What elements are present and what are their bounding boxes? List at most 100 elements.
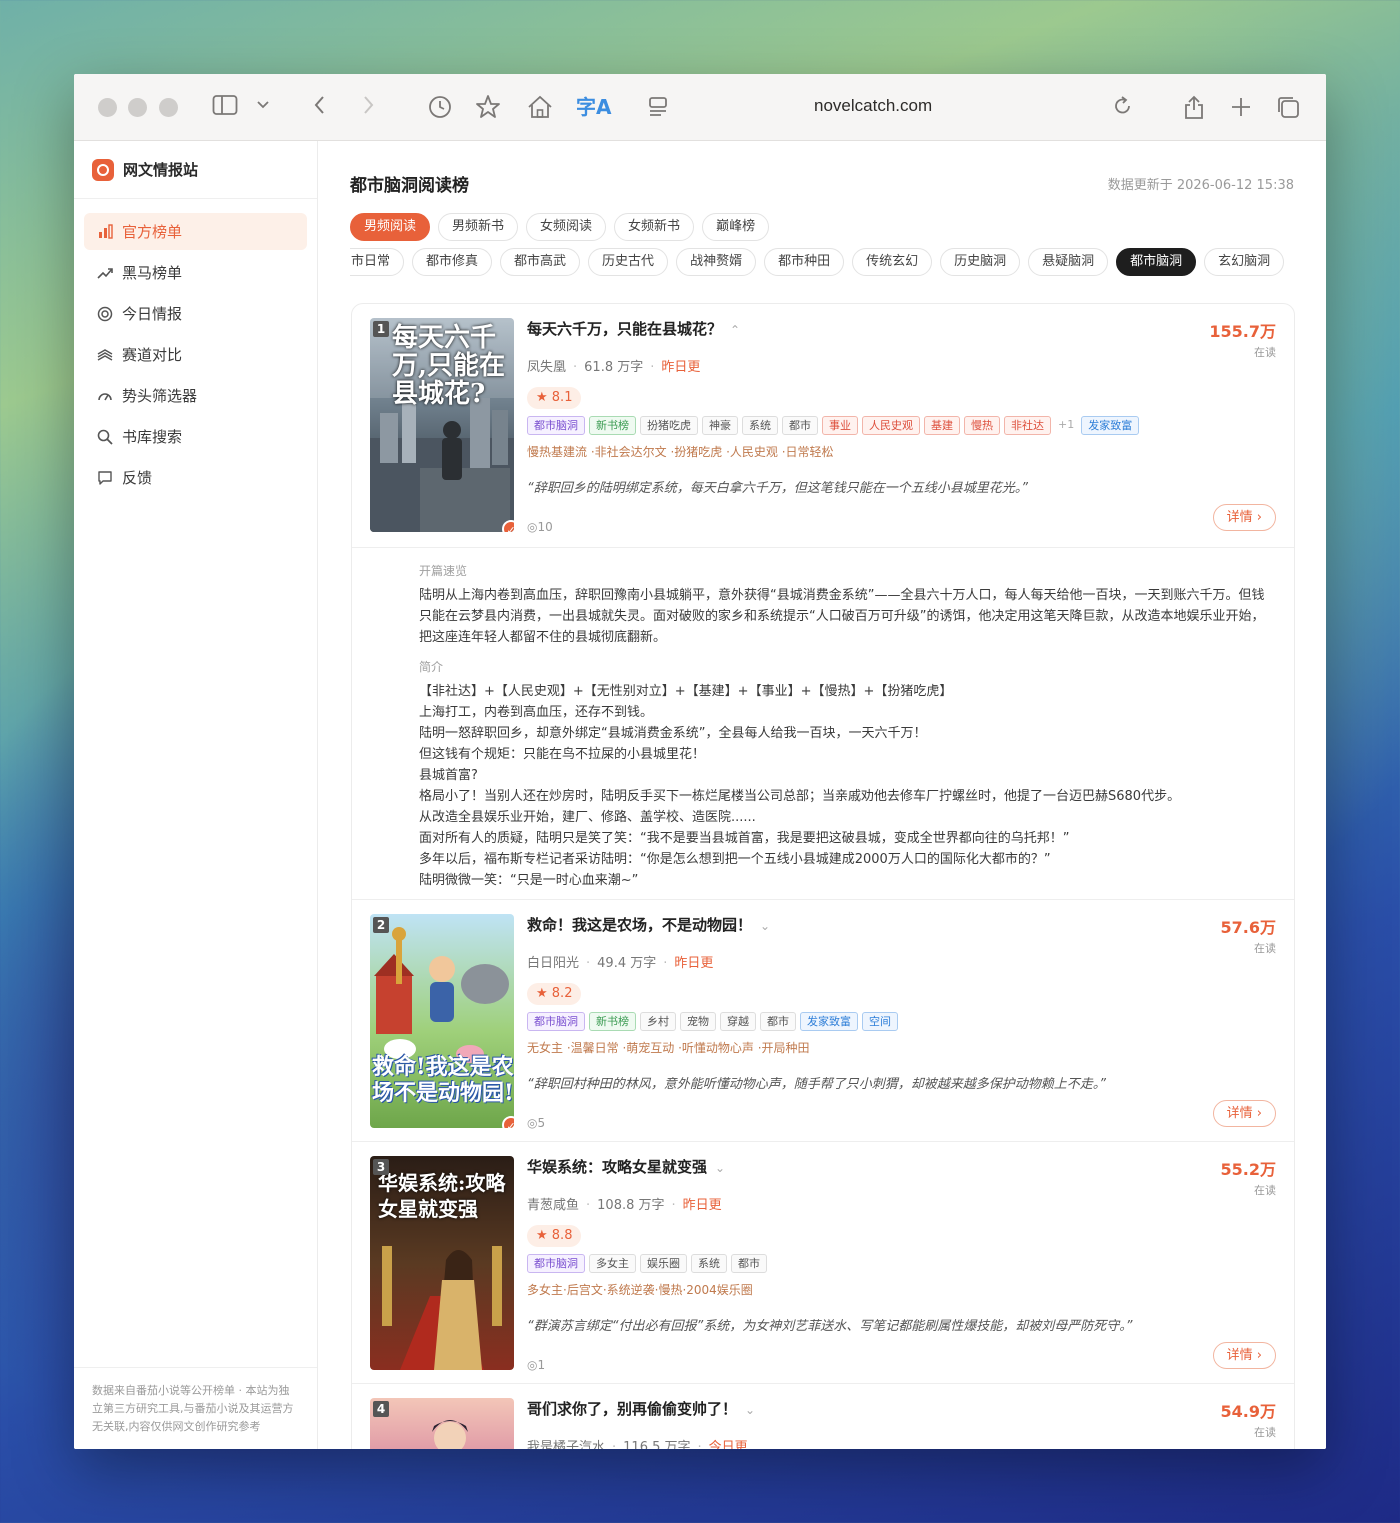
detail-button[interactable]: 详情 › [1212, 504, 1276, 531]
genre-tag[interactable]: 发家致富 [800, 1012, 858, 1031]
expand-icon[interactable]: ⌄ [745, 1403, 755, 1417]
share-icon[interactable] [1182, 94, 1206, 120]
minimize-window-button[interactable] [128, 98, 147, 117]
author[interactable]: 我是橘子汽水 [527, 1440, 605, 1449]
genre-tag[interactable]: 都市 [760, 1012, 796, 1031]
author[interactable]: 凤失凰 [527, 360, 566, 375]
genre-tab[interactable]: 都市高武 [500, 248, 581, 276]
detail-button[interactable]: 详情 › [1212, 1342, 1276, 1369]
genre-tag[interactable]: 慢热 [964, 416, 1000, 435]
gender-tab[interactable]: 巅峰榜 [702, 213, 770, 241]
sidebar-item-2[interactable]: 黑马榜单 [84, 254, 307, 291]
tag-list: 都市脑洞 新书榜 扮猪吃虎 神豪 系统 都市 事业 人民史观 基建 慢热 非社达 +1 发家致富 [527, 416, 1276, 435]
chevron-down-icon[interactable] [254, 94, 272, 120]
genre-tag[interactable]: 都市脑洞 [527, 416, 585, 435]
genre-tab[interactable]: 战神赘婿 [676, 248, 757, 276]
intro-line: 县城首富? [419, 768, 478, 783]
close-window-button[interactable] [98, 98, 117, 117]
book-title[interactable]: 哥们求你了，别再偷偷变帅了！ ⌄ [527, 1398, 1276, 1419]
update-status: 今日更 [708, 1440, 748, 1449]
rating-badge: ★ 8.1 [527, 387, 582, 409]
translate-icon[interactable]: 字A [576, 94, 611, 120]
intro-line: 格局小了！当别人还在炒房时，陆明反手买下一栋烂尾楼当公司总部；当亲戚劝他去修车厂… [419, 789, 1181, 804]
book-title[interactable]: 每天六千万，只能在县城花？ ⌃ [527, 318, 1276, 339]
gender-tab[interactable]: 女频新书 [614, 213, 695, 241]
expand-icon[interactable]: ⌄ [760, 919, 770, 933]
genre-tag[interactable]: 乡村 [640, 1012, 676, 1031]
author[interactable]: 青葱咸鱼 [527, 1198, 579, 1213]
sidebar-item-1[interactable]: 官方榜单 [84, 213, 307, 250]
back-icon[interactable] [312, 94, 328, 120]
genre-tag[interactable]: 多女主 [589, 1254, 636, 1273]
gender-tab[interactable]: 男频阅读 [350, 213, 431, 241]
forward-icon[interactable] [360, 94, 376, 120]
reload-icon[interactable] [1112, 94, 1134, 120]
sidebar-item-7[interactable]: 反馈 [84, 459, 307, 496]
eye-icon: ◎ [527, 520, 538, 534]
sidebar-item-4[interactable]: 赛道对比 [84, 336, 307, 373]
detail-button[interactable]: 详情 › [1212, 1100, 1276, 1127]
tab-overview-icon[interactable] [1275, 94, 1301, 120]
home-icon[interactable] [527, 94, 553, 120]
genre-tag[interactable]: 娱乐圈 [640, 1254, 687, 1273]
genre-tag[interactable]: 新书榜 [589, 416, 636, 435]
gender-tab[interactable]: 男频新书 [438, 213, 519, 241]
genre-tag[interactable]: 都市脑洞 [527, 1012, 585, 1031]
sidebar-item-3[interactable]: 今日情报 [84, 295, 307, 332]
star-icon[interactable] [475, 94, 501, 120]
address-bar[interactable]: novelcatch.com [814, 96, 932, 116]
book-title[interactable]: 华娱系统：攻略女星就变强 ⌄ [527, 1156, 1276, 1177]
book-meta: 白日阳光 · 49.4 万字 · 昨日更 [527, 956, 714, 971]
sidebar-item-5[interactable]: 势头筛选器 [84, 377, 307, 414]
genre-tab[interactable]: 历史脑洞 [940, 248, 1021, 276]
genre-tag[interactable]: 人民史观 [862, 416, 920, 435]
genre-tag[interactable]: 扮猪吃虎 [640, 416, 698, 435]
genre-tab[interactable]: 玄幻脑洞 [1204, 248, 1285, 276]
genre-tab[interactable]: 历史古代 [588, 248, 669, 276]
genre-tab[interactable]: 传统玄幻 [852, 248, 933, 276]
genre-tab[interactable]: 市日常 [350, 248, 405, 276]
zoom-window-button[interactable] [159, 98, 178, 117]
intro-text: 【非社达】+【人民史观】+【无性别对立】+【基建】+【事业】+【慢热】+【扮猪吃… [419, 681, 1270, 891]
genre-tab[interactable]: 都市种田 [764, 248, 845, 276]
book-cover[interactable]: 4 [370, 1398, 514, 1449]
rating-badge: ★ 8.8 [527, 1225, 582, 1247]
genre-tag[interactable]: 神豪 [702, 416, 738, 435]
genre-tag[interactable]: +1 [1055, 416, 1077, 435]
genre-tag[interactable]: 基建 [924, 416, 960, 435]
book-cover[interactable]: 每天六千万,只能在县城花? 1 ✓ [370, 318, 514, 532]
genre-tab[interactable]: 都市修真 [412, 248, 493, 276]
new-tab-icon[interactable] [1229, 94, 1253, 120]
genre-tag[interactable]: 系统 [691, 1254, 727, 1273]
check-icon: ✓ [502, 520, 514, 532]
genre-tab[interactable]: 悬疑脑洞 [1028, 248, 1109, 276]
book-title[interactable]: 救命！我这是农场，不是动物园！ ⌄ [527, 914, 1276, 935]
intro-line: 但这钱有个规矩：只能在鸟不拉屎的小县城里花！ [419, 747, 706, 762]
genre-tag[interactable]: 空间 [862, 1012, 898, 1031]
check-icon: ✓ [502, 1116, 514, 1128]
genre-tag[interactable]: 穿越 [720, 1012, 756, 1031]
genre-tag[interactable]: 事业 [822, 416, 858, 435]
genre-tag[interactable]: 系统 [742, 416, 778, 435]
history-icon[interactable] [427, 94, 453, 120]
genre-tag[interactable]: 都市 [782, 416, 818, 435]
rating-badge: ★ 8.2 [527, 983, 582, 1005]
genre-tag[interactable]: 都市 [731, 1254, 767, 1273]
expand-icon[interactable]: ⌄ [715, 1161, 725, 1175]
genre-tag[interactable]: 都市脑洞 [527, 1254, 585, 1273]
brand[interactable]: 网文情报站 [74, 141, 317, 199]
sidebar-item-6[interactable]: 书库搜索 [84, 418, 307, 455]
sidebar-toggle-icon[interactable] [212, 94, 238, 120]
gender-tab[interactable]: 女频阅读 [526, 213, 607, 241]
genre-tag[interactable]: 宠物 [680, 1012, 716, 1031]
reader-icon[interactable] [647, 94, 669, 120]
genre-tag[interactable]: 新书榜 [589, 1012, 636, 1031]
author[interactable]: 白日阳光 [527, 956, 579, 971]
genre-tab[interactable]: 都市脑洞 [1116, 248, 1197, 276]
book-cover[interactable]: 救命!我这是农场不是动物园! 2 ✓ [370, 914, 514, 1128]
book-cover[interactable]: 华娱系统:攻略女星就变强 3 [370, 1156, 514, 1370]
genre-tag[interactable]: 发家致富 [1081, 416, 1140, 435]
genre-tag[interactable]: 非社达 [1004, 416, 1051, 435]
trend-up-icon [96, 264, 114, 282]
collapse-icon[interactable]: ⌃ [730, 323, 740, 337]
